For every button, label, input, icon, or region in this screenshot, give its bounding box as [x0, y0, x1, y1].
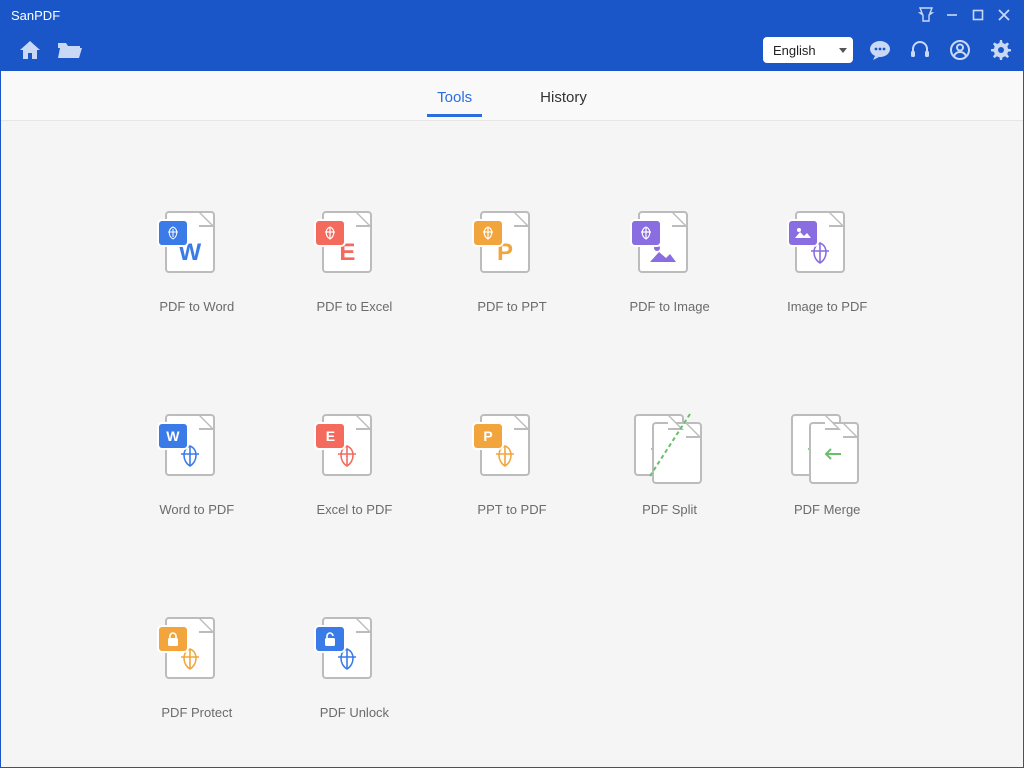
tool-label: PDF Protect	[161, 705, 232, 720]
tool-label: PPT to PDF	[477, 502, 546, 517]
pdf-to-image-icon	[638, 211, 702, 281]
tool-label: PDF Merge	[794, 502, 860, 517]
excel-to-pdf-icon: E	[322, 414, 386, 484]
word-to-pdf-icon: W	[165, 414, 229, 484]
language-value: English	[773, 43, 816, 58]
tool-label: PDF to Word	[159, 299, 234, 314]
tool-label: PDF to PPT	[477, 299, 546, 314]
tools-grid: W PDF to Word E PDF to Excel	[132, 211, 892, 720]
tab-bar: Tools History	[1, 71, 1023, 121]
language-select[interactable]: English	[763, 37, 853, 63]
tool-ppt-to-pdf[interactable]: P PPT to PDF	[447, 414, 577, 517]
chat-icon[interactable]	[867, 37, 893, 63]
tool-label: PDF to Image	[629, 299, 709, 314]
close-button[interactable]	[991, 4, 1017, 26]
pdf-unlock-icon	[322, 617, 386, 687]
pdf-merge-icon	[791, 414, 863, 484]
settings-icon[interactable]	[987, 37, 1013, 63]
support-icon[interactable]	[907, 37, 933, 63]
titlebar: SanPDF	[1, 1, 1023, 29]
tool-pdf-to-ppt[interactable]: P PDF to PPT	[447, 211, 577, 314]
minimize-button[interactable]	[939, 4, 965, 26]
tool-pdf-to-excel[interactable]: E PDF to Excel	[290, 211, 420, 314]
pdf-to-word-icon: W	[165, 211, 229, 281]
pdf-to-ppt-icon: P	[480, 211, 544, 281]
ppt-to-pdf-icon: P	[480, 414, 544, 484]
tool-pdf-split[interactable]: PDF Split	[605, 414, 735, 517]
tool-word-to-pdf[interactable]: W Word to PDF	[132, 414, 262, 517]
account-icon[interactable]	[947, 37, 973, 63]
toolbar: English	[1, 29, 1023, 71]
pdf-split-icon	[634, 414, 706, 484]
open-folder-icon[interactable]	[57, 37, 83, 63]
tab-tools[interactable]: Tools	[433, 75, 476, 116]
chevron-down-icon	[839, 48, 847, 53]
tool-label: Word to PDF	[159, 502, 234, 517]
image-to-pdf-icon	[795, 211, 859, 281]
tool-pdf-to-word[interactable]: W PDF to Word	[132, 211, 262, 314]
theme-icon[interactable]	[913, 4, 939, 26]
tool-label: Excel to PDF	[316, 502, 392, 517]
maximize-button[interactable]	[965, 4, 991, 26]
home-icon[interactable]	[17, 37, 43, 63]
tool-pdf-merge[interactable]: PDF Merge	[762, 414, 892, 517]
tool-pdf-protect[interactable]: PDF Protect	[132, 617, 262, 720]
tab-history[interactable]: History	[536, 75, 591, 116]
app-window: SanPDF English	[0, 0, 1024, 768]
tool-excel-to-pdf[interactable]: E Excel to PDF	[290, 414, 420, 517]
tool-label: PDF to Excel	[316, 299, 392, 314]
app-title: SanPDF	[11, 8, 60, 23]
tool-label: Image to PDF	[787, 299, 867, 314]
content-area: W PDF to Word E PDF to Excel	[1, 121, 1023, 767]
tool-label: PDF Unlock	[320, 705, 389, 720]
tool-label: PDF Split	[642, 502, 697, 517]
pdf-to-excel-icon: E	[322, 211, 386, 281]
tool-image-to-pdf[interactable]: Image to PDF	[762, 211, 892, 314]
pdf-protect-icon	[165, 617, 229, 687]
tool-pdf-to-image[interactable]: PDF to Image	[605, 211, 735, 314]
tool-pdf-unlock[interactable]: PDF Unlock	[290, 617, 420, 720]
